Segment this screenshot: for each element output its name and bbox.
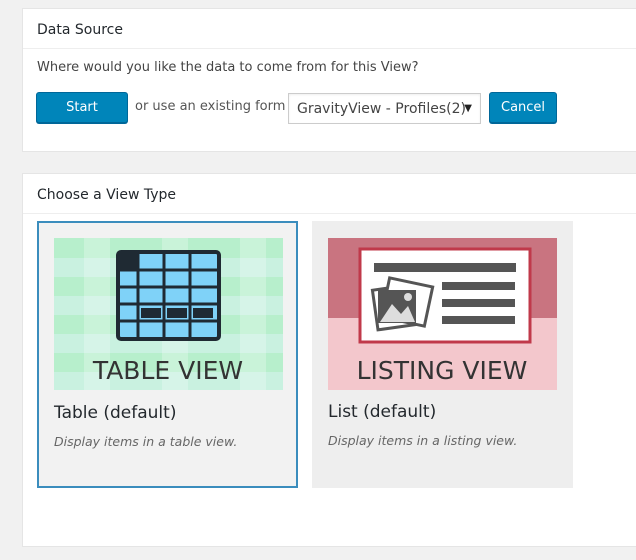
- data-source-panel: Data Source Where would you like the dat…: [22, 8, 636, 152]
- existing-form-select[interactable]: GravityView - Profiles(2) ▼: [288, 93, 481, 124]
- view-type-name-table: Table (default): [54, 403, 177, 423]
- listing-view-thumb-caption: LISTING VIEW: [357, 356, 528, 385]
- caret-down-icon: ▼: [464, 103, 472, 114]
- or-existing-form-label: or use an existing form: [135, 99, 286, 114]
- view-type-title: Choose a View Type: [23, 174, 636, 214]
- view-type-description-table: Display items in a table view.: [54, 434, 238, 449]
- table-grid-icon: TABLE VIEW: [54, 238, 283, 390]
- table-view-thumbnail: TABLE VIEW: [54, 238, 283, 390]
- table-view-thumb-caption: TABLE VIEW: [92, 356, 243, 385]
- start-fresh-button[interactable]: Start Fresh: [36, 92, 128, 144]
- view-type-panel: Choose a View Type TABLE VIEW Table (def…: [22, 173, 636, 547]
- data-source-title: Data Source: [23, 9, 636, 49]
- listing-image-icon: LISTING VIEW: [328, 238, 557, 390]
- view-type-description-list: Display items in a listing view.: [328, 433, 518, 448]
- view-type-name-list: List (default): [328, 402, 437, 422]
- cancel-button[interactable]: Cancel: [489, 92, 557, 123]
- view-type-option-list[interactable]: LISTING VIEW List (default) Display item…: [312, 221, 573, 488]
- existing-form-selected-value: GravityView - Profiles(2): [297, 101, 466, 117]
- view-type-option-table[interactable]: TABLE VIEW Table (default) Display items…: [37, 221, 298, 488]
- data-source-question: Where would you like the data to come fr…: [37, 60, 419, 75]
- listing-view-thumbnail: LISTING VIEW: [328, 238, 557, 390]
